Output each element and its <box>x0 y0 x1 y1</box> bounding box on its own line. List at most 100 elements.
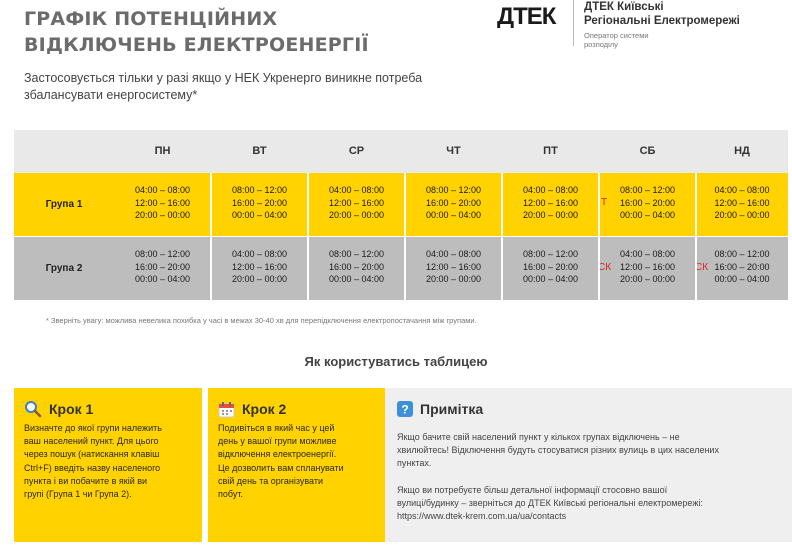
time-slot: 20:00 – 00:00 <box>231 274 288 285</box>
contacts-link[interactable]: https://www.dtek-krem.com.ua/ua/contacts <box>397 510 787 523</box>
remark-title: Примітка <box>420 401 484 417</box>
time-slot: 04:00 – 08:00 <box>425 249 482 259</box>
time-slot: 16:00 – 20:00 <box>231 197 288 208</box>
time-slot: 20:00 – 00:00 <box>619 274 676 285</box>
time-slot: 16:00 – 20:00 <box>134 261 191 272</box>
text-line: пунктах. <box>397 458 432 469</box>
time-slot: 00:00 – 04:00 <box>231 210 288 221</box>
text-line: Якщо бачите свій населений пункт у кільк… <box>397 432 680 442</box>
text-line <box>397 471 787 484</box>
group-1-wed-cell: 04:00 – 08:00 12:00 – 16:00 20:00 – 00:0… <box>308 173 405 236</box>
group-1-thu-cell: 08:00 – 12:00 16:00 – 20:00 00:00 – 04:0… <box>405 173 502 236</box>
text-line: через пошук (натискання клавіш <box>24 449 160 460</box>
time-slot: 12:00 – 16:00 <box>231 261 288 272</box>
text-line: групі (Група 1 чи Група 2). <box>24 489 132 500</box>
group-1-fri-cell: 04:00 – 08:00 12:00 – 16:00 20:00 – 00:0… <box>502 173 599 236</box>
title-line-2: ВІДКЛЮЧЕНЬ ЕЛЕКТРОЕНЕРГІЇ <box>24 34 369 56</box>
header-day-wed: СР <box>348 145 365 157</box>
time-slot: 04:00 – 08:00 <box>231 249 288 259</box>
group-1-tue-cell: 08:00 – 12:00 16:00 – 20:00 00:00 – 04:0… <box>211 173 308 236</box>
time-slot: 08:00 – 12:00 <box>522 249 579 259</box>
page-title: ГРАФІК ПОТЕНЦІЙНИХ ВІДКЛЮЧЕНЬ ЕЛЕКТРОЕНЕ… <box>24 6 369 58</box>
group-2-wed-cell: 08:00 – 12:00 16:00 – 20:00 00:00 – 04:0… <box>308 237 405 300</box>
text-line: Ctrl+F) введіть назву населеного <box>24 462 161 473</box>
time-slot: 04:00 – 08:00 <box>619 249 676 259</box>
group-1-label: Група 1 <box>45 199 83 210</box>
time-slot: 12:00 – 16:00 <box>714 197 770 208</box>
header-day-tue: ВТ <box>252 145 267 157</box>
text-line: пункта і ви побачите в якій ви <box>24 475 148 486</box>
time-slot: 00:00 – 04:00 <box>522 274 579 285</box>
time-slot: 00:00 – 04:00 <box>425 210 482 221</box>
step-2-header: Крок 2 <box>218 398 286 420</box>
group-2-label: Група 2 <box>45 263 83 274</box>
panel-divider <box>205 388 206 542</box>
time-slot: 04:00 – 08:00 <box>134 185 191 195</box>
brand-name-line-2: Регіональні Електромережі <box>584 15 740 27</box>
time-slot: 12:00 – 16:00 <box>522 197 579 208</box>
question-icon: ? <box>397 401 413 417</box>
text-line: Це дозволить вам спланувати <box>218 462 344 473</box>
brand-sub-line-1: Оператор системи <box>584 31 649 40</box>
remark-panel: ? Примітка Якщо бачите свій населений пу… <box>385 388 792 542</box>
text-line: день у вашої групи можливе <box>218 436 337 447</box>
text-line: Подивіться в який час у цей <box>218 423 335 433</box>
brand-name: ДТЕК Київські Регіональні Електромережі <box>584 0 740 28</box>
brand-subtext: Оператор системи розподілу <box>584 31 649 49</box>
calendar-icon <box>218 401 235 417</box>
how-to-title: Як користуватись таблицею <box>304 354 488 369</box>
time-slot: 04:00 – 08:00 <box>328 185 385 195</box>
group-2-sat-cell: 04:00 – 08:00 12:00 – 16:00 20:00 – 00:0… <box>599 237 696 300</box>
time-slot: 20:00 – 00:00 <box>328 210 385 221</box>
title-line-1: ГРАФІК ПОТЕНЦІЙНИХ <box>24 8 278 30</box>
brand-name-line-1: ДТЕК Київські <box>584 1 664 13</box>
text-line: Якщо ви потребуєте більш детальної інфор… <box>397 484 668 495</box>
header-day-mon: ПН <box>154 145 171 157</box>
svg-text:?: ? <box>401 403 408 417</box>
magnifier-icon <box>25 401 42 418</box>
remark-text: Якщо бачите свій населений пункт у кільк… <box>397 431 787 523</box>
time-slot: 00:00 – 04:00 <box>134 274 191 285</box>
row-divider <box>14 236 788 237</box>
time-slot: 12:00 – 16:00 <box>425 261 482 272</box>
time-slot: 12:00 – 16:00 <box>619 261 676 272</box>
time-slot: 20:00 – 00:00 <box>522 210 579 221</box>
schedule-table: ПН ВТ СР ЧТ ПТ СБ НД Група 1 04:00 – 08:… <box>14 130 788 300</box>
step-2-text: Подивіться в який час у цей день у вашої… <box>218 422 344 501</box>
header-day-sat: СБ <box>639 145 656 157</box>
step-1-text: Визначте до якої групи належить ваш насе… <box>24 422 162 501</box>
brand-sub-line-2: розподілу <box>584 40 618 49</box>
step-1-title: Крок 1 <box>49 401 94 417</box>
page-subtitle: Застосовується тільки у разі якщо у НЕК … <box>24 70 494 104</box>
footnote: * Зверніть увагу: можлива невелика похиб… <box>46 316 477 325</box>
time-slot: 08:00 – 12:00 <box>425 185 482 195</box>
time-slot: 12:00 – 16:00 <box>134 197 191 208</box>
text-line: ваш населений пункт. Для цього <box>24 436 159 447</box>
remark-header: ? Примітка <box>397 398 483 420</box>
group-2-fri-cell: 08:00 – 12:00 16:00 – 20:00 00:00 – 04:0… <box>502 237 599 300</box>
time-slot: 16:00 – 20:00 <box>619 197 676 208</box>
header-day-fri: ПТ <box>543 145 558 157</box>
time-slot: 08:00 – 12:00 <box>134 249 191 259</box>
group-2-tue-cell: 04:00 – 08:00 12:00 – 16:00 20:00 – 00:0… <box>211 237 308 300</box>
time-slot: 04:00 – 08:00 <box>522 185 579 195</box>
time-slot: 08:00 – 12:00 <box>231 185 288 195</box>
text-line: побут. <box>218 489 243 500</box>
table-row-group-2: Група 2 08:00 – 12:00 16:00 – 20:00 00:0… <box>14 237 788 300</box>
time-slot: 00:00 – 04:00 <box>328 274 385 285</box>
handwritten-mark: Т <box>601 197 608 208</box>
group-2-mon-cell: 08:00 – 12:00 16:00 – 20:00 00:00 – 04:0… <box>114 237 211 300</box>
text-line: відключення електроенергії. <box>218 449 337 460</box>
time-slot: 08:00 – 12:00 <box>328 249 385 259</box>
dtek-logo: ДТЕК <box>497 3 558 28</box>
group-2-thu-cell: 04:00 – 08:00 12:00 – 16:00 20:00 – 00:0… <box>405 237 502 300</box>
time-slot: 04:00 – 08:00 <box>714 185 770 195</box>
brand-divider <box>573 0 574 46</box>
text-line: свій день та організувати <box>218 475 323 486</box>
time-slot: 08:00 – 12:00 <box>714 249 770 259</box>
group-1-sun-cell: 04:00 – 08:00 12:00 – 16:00 20:00 – 00:0… <box>696 173 788 236</box>
time-slot: 12:00 – 16:00 <box>328 197 385 208</box>
time-slot: 08:00 – 12:00 <box>619 185 676 195</box>
step-2-panel: Крок 2 Подивіться в який час у цей день … <box>208 388 385 542</box>
dtek-logo-text: ДТЕК <box>497 3 557 28</box>
